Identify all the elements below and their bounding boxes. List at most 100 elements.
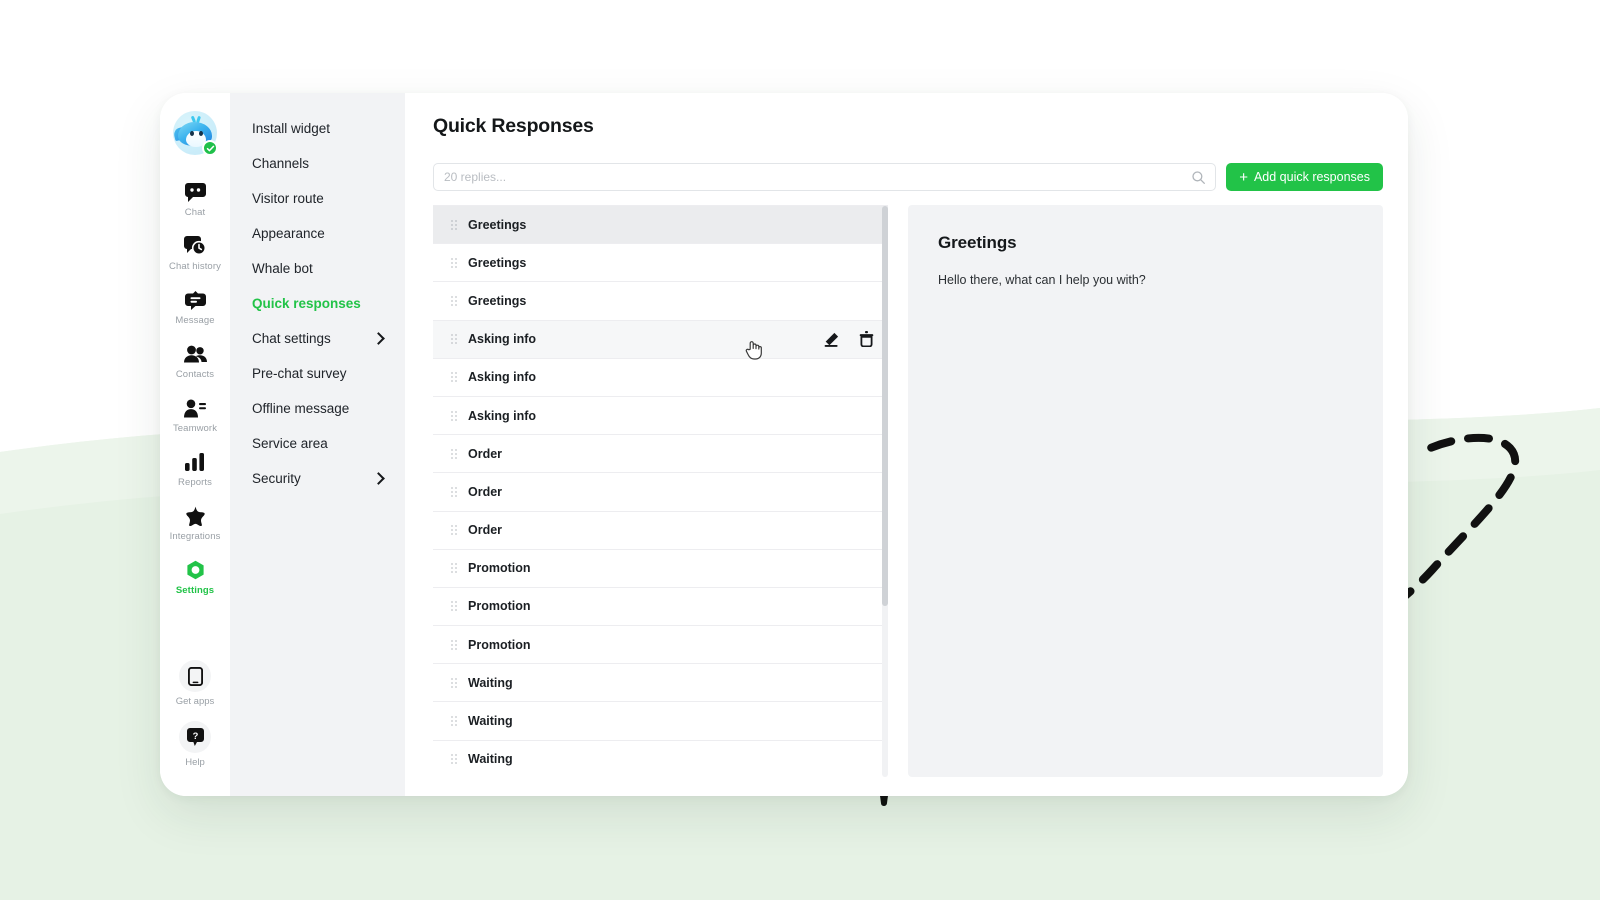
subnav-item-label: Pre-chat survey (252, 365, 347, 381)
rail-item-settings[interactable]: Settings (165, 559, 225, 596)
quick-response-label: Waiting (468, 675, 513, 690)
subnav-item-appearance[interactable]: Appearance (230, 216, 405, 251)
quick-response-row[interactable]: Greetings (433, 244, 888, 283)
quick-response-row[interactable]: Order (433, 511, 888, 550)
chevron-right-icon (372, 332, 385, 345)
message-inbox-icon (184, 289, 206, 311)
search-box[interactable] (433, 163, 1217, 191)
screenshot-stage: Chat Chat history Message Contacts Teamw… (0, 0, 1600, 900)
quick-response-row[interactable]: Asking info (433, 320, 888, 359)
quick-response-label: Promotion (468, 637, 531, 652)
subnav-item-channels[interactable]: Channels (230, 146, 405, 181)
quick-response-label: Asking info (468, 408, 537, 423)
drag-handle-dots-icon[interactable] (451, 219, 457, 230)
chevron-right-icon (372, 472, 385, 485)
drag-handle-dots-icon[interactable] (451, 525, 457, 536)
rail-item-contacts[interactable]: Contacts (165, 343, 225, 380)
avatar[interactable] (173, 111, 218, 156)
subnav-item-service-area[interactable]: Service area (230, 426, 405, 461)
subnav-item-offline-message[interactable]: Offline message (230, 391, 405, 426)
trash-delete-icon[interactable] (859, 331, 874, 348)
drag-handle-dots-icon[interactable] (451, 372, 457, 383)
subnav-item-install-widget[interactable]: Install widget (230, 111, 405, 146)
drag-handle-dots-icon[interactable] (451, 410, 457, 421)
drag-handle-dots-icon[interactable] (451, 601, 457, 612)
quick-response-row[interactable]: Asking info (433, 396, 888, 436)
rail-item-label: Integrations (169, 531, 221, 542)
content-panes: Greetings Greetings Greetings Asking info As… (433, 205, 1383, 777)
quick-response-row[interactable]: Waiting (433, 702, 888, 741)
quick-response-label: Greetings (468, 217, 527, 232)
drag-handle-dots-icon[interactable] (451, 334, 457, 345)
quick-response-row[interactable]: Promotion (433, 587, 888, 627)
quick-response-detail: Greetings Hello there, what can I help y… (908, 205, 1383, 777)
subnav-item-whale-bot[interactable]: Whale bot (230, 251, 405, 286)
quick-response-label: Order (468, 446, 503, 461)
drag-handle-dots-icon[interactable] (451, 716, 457, 727)
quick-response-row[interactable]: Asking info (433, 358, 888, 397)
search-input[interactable] (444, 170, 1193, 184)
quick-response-label: Promotion (468, 599, 531, 614)
quick-response-label: Greetings (468, 255, 527, 270)
drag-handle-dots-icon[interactable] (451, 639, 457, 650)
rail-item-get-apps[interactable]: Get apps (165, 660, 225, 707)
quick-response-row[interactable]: Waiting (433, 740, 888, 777)
rail-item-chat[interactable]: Chat (165, 181, 225, 218)
teamwork-person-list-icon (184, 397, 206, 419)
chat-bubble-icon (184, 181, 206, 203)
toolbar: + Add quick responses (433, 163, 1383, 191)
quick-response-row[interactable]: Promotion (433, 549, 888, 588)
subnav-item-label: Quick responses (252, 295, 361, 311)
rail-item-label: Chat history (169, 261, 221, 272)
rail-item-label: Settings (175, 585, 215, 596)
detail-title: Greetings (938, 233, 1017, 252)
subnav-item-label: Service area (252, 435, 328, 451)
quick-response-row[interactable]: Promotion (433, 626, 888, 665)
rail-item-help[interactable]: ? Help (165, 721, 225, 768)
quick-response-label: Waiting (468, 714, 513, 729)
quick-response-row[interactable]: Order (433, 435, 888, 474)
quick-response-row[interactable]: Order (433, 473, 888, 512)
settings-subnav: Install widget Channels Visitor route Ap… (230, 93, 405, 796)
chat-history-clock-icon (184, 235, 206, 257)
drag-handle-dots-icon[interactable] (451, 448, 457, 459)
reports-bars-icon (185, 451, 205, 473)
help-question-icon: ? (179, 721, 211, 753)
drag-handle-dots-icon[interactable] (451, 257, 457, 268)
list-scroll-area[interactable]: Greetings Greetings Greetings Asking info As… (433, 206, 888, 777)
drag-handle-dots-icon[interactable] (451, 486, 457, 497)
detail-body: Hello there, what can I help you with? (938, 273, 1146, 287)
quick-response-row[interactable]: Greetings (433, 206, 888, 245)
primary-nav-rail: Chat Chat history Message Contacts Teamw… (160, 93, 230, 796)
quick-response-row[interactable]: Greetings (433, 282, 888, 321)
rail-item-label: Teamwork (172, 423, 218, 434)
pencil-edit-icon[interactable] (824, 332, 839, 347)
rail-item-chat-history[interactable]: Chat history (165, 235, 225, 272)
subnav-item-chat-settings[interactable]: Chat settings (230, 321, 405, 356)
rail-item-integrations[interactable]: Integrations (165, 505, 225, 542)
list-scrollbar-track[interactable] (882, 206, 888, 777)
search-icon[interactable] (1192, 170, 1206, 184)
subnav-item-label: Appearance (252, 225, 325, 241)
rail-item-message[interactable]: Message (165, 289, 225, 326)
list-scrollbar-thumb[interactable] (882, 206, 888, 606)
page-title: Quick Responses (433, 115, 594, 137)
subnav-item-pre-chat-survey[interactable]: Pre-chat survey (230, 356, 405, 391)
quick-response-row[interactable]: Waiting (433, 664, 888, 703)
rail-item-reports[interactable]: Reports (165, 451, 225, 488)
drag-handle-dots-icon[interactable] (451, 563, 457, 574)
drag-handle-dots-icon[interactable] (451, 677, 457, 688)
add-quick-responses-button[interactable]: + Add quick responses (1226, 163, 1383, 191)
quick-response-label: Greetings (468, 293, 527, 308)
subnav-item-label: Chat settings (252, 330, 331, 346)
quick-response-label: Asking info (468, 332, 537, 347)
drag-handle-dots-icon[interactable] (451, 295, 457, 306)
drag-handle-dots-icon[interactable] (451, 754, 457, 765)
subnav-item-visitor-route[interactable]: Visitor route (230, 181, 405, 216)
svg-text:?: ? (192, 730, 198, 741)
subnav-item-security[interactable]: Security (230, 461, 405, 496)
rail-item-teamwork[interactable]: Teamwork (165, 397, 225, 434)
plus-icon: + (1239, 168, 1248, 186)
integrations-star-icon (185, 505, 206, 527)
subnav-item-quick-responses[interactable]: Quick responses (230, 286, 405, 321)
